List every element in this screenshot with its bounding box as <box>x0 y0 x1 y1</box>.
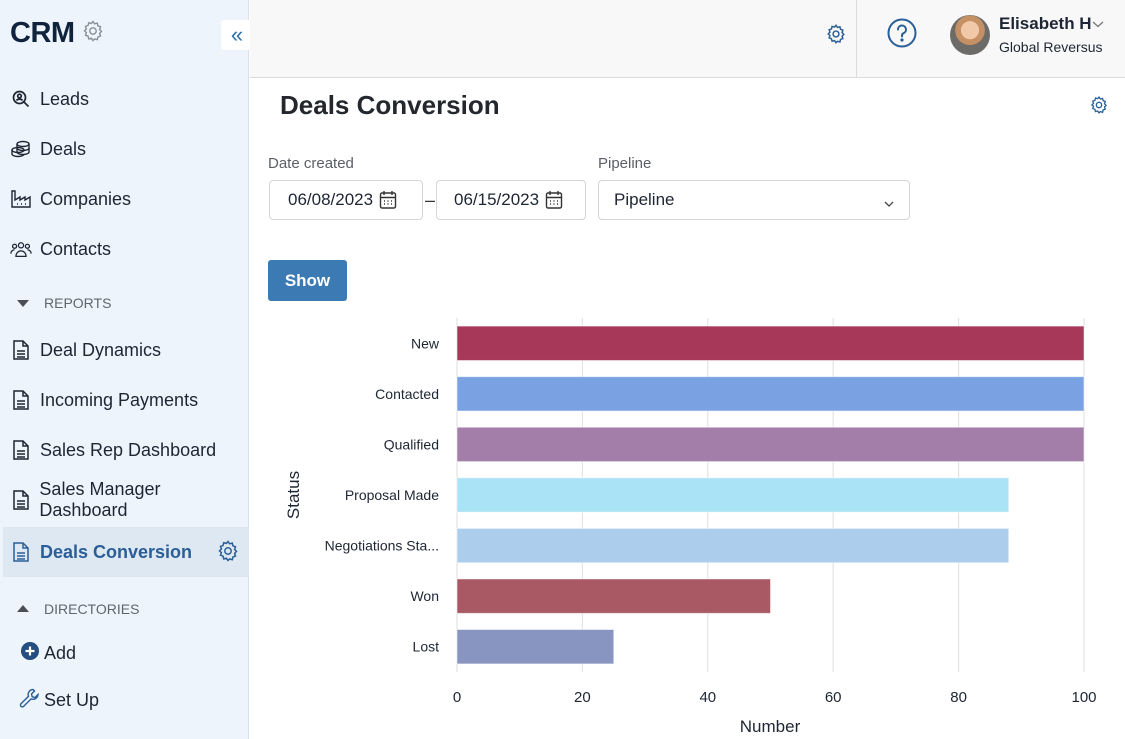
calendar-icon[interactable] <box>379 190 397 210</box>
search-user-icon <box>10 88 32 110</box>
sidebar-item-label: Sales Manager Dashboard <box>39 479 161 520</box>
y-tick-label: Negotiations Sta... <box>325 538 439 554</box>
add-label: Add <box>44 642 77 663</box>
directories-section-header[interactable]: DIRECTORIES <box>16 601 139 617</box>
sidebar-item-leads[interactable]: Leads <box>0 76 248 122</box>
x-tick-label: 0 <box>453 689 461 706</box>
y-tick-label: Proposal Made <box>345 487 439 503</box>
bar-proposal-made[interactable] <box>456 477 1010 513</box>
x-tick-label: 100 <box>1071 689 1096 706</box>
x-tick-label: 40 <box>699 689 716 706</box>
chevron-down-icon[interactable] <box>1092 16 1104 34</box>
people-icon <box>10 238 32 260</box>
sidebar: CRM « Leads Deals Companies Contacts REP… <box>0 0 253 739</box>
bar-qualified[interactable] <box>456 426 1085 463</box>
collapse-sidebar-button[interactable]: « <box>221 20 253 50</box>
add-directory-button[interactable]: Add <box>0 630 248 676</box>
sidebar-item-companies[interactable]: Companies <box>0 176 248 222</box>
sidebar-item-label: Leads <box>40 88 90 109</box>
document-icon <box>10 339 32 361</box>
pipeline-select[interactable]: Pipeline <box>598 180 910 220</box>
sidebar-item-label: Companies <box>40 188 132 209</box>
calendar-icon[interactable] <box>545 190 563 210</box>
document-icon <box>10 541 32 563</box>
sidebar-item-label: Incoming Payments <box>40 389 199 410</box>
top-bar: Elisabeth H Global Reversus <box>250 0 1125 78</box>
user-organization: Global Reversus <box>999 39 1103 55</box>
date-range-separator: – <box>425 190 436 210</box>
bar-lost[interactable] <box>456 629 615 665</box>
date-from-value: 06/08/2023 <box>288 190 374 209</box>
y-tick-label: Won <box>410 588 439 604</box>
pipeline-selected-value: Pipeline <box>614 190 675 209</box>
plus-circle-icon <box>20 641 40 666</box>
bar-contacted[interactable] <box>456 376 1085 412</box>
sidebar-item-label: Deal Dynamics <box>40 339 162 360</box>
pipeline-label: Pipeline <box>598 155 652 172</box>
sidebar-item-label: Sales Rep Dashboard <box>40 439 217 460</box>
x-tick-label: 60 <box>825 689 842 706</box>
crm-settings-icon[interactable] <box>81 19 105 48</box>
sidebar-item-contacts[interactable]: Contacts <box>0 226 248 272</box>
sidebar-item-label: Deals Conversion <box>40 541 193 562</box>
y-tick-label: New <box>411 335 440 351</box>
sidebar-report-sales-rep-dashboard[interactable]: Sales Rep Dashboard <box>0 427 248 473</box>
y-tick-label: Lost <box>413 639 440 655</box>
y-axis-label: Status <box>284 471 303 519</box>
y-tick-label: Contacted <box>375 386 439 402</box>
double-chevron-left-icon: « <box>230 22 244 47</box>
topbar-divider <box>856 0 857 78</box>
coins-icon <box>10 138 32 160</box>
bar-won[interactable] <box>456 578 771 614</box>
show-button[interactable]: Show <box>268 260 347 301</box>
date-to-input[interactable]: 06/15/2023 <box>436 180 586 220</box>
settings-icon[interactable] <box>825 23 847 50</box>
user-name[interactable]: Elisabeth H <box>999 14 1092 34</box>
x-axis-label: Number <box>740 717 801 736</box>
avatar[interactable] <box>950 15 990 55</box>
app-brand: CRM <box>10 17 105 50</box>
sidebar-report-deal-dynamics[interactable]: Deal Dynamics <box>0 327 248 373</box>
caret-down-icon <box>16 295 30 311</box>
sidebar-report-sales-manager-dashboard[interactable]: Sales Manager Dashboard <box>0 477 248 523</box>
help-icon[interactable] <box>887 18 917 53</box>
x-tick-label: 80 <box>950 689 967 706</box>
reports-header-label: REPORTS <box>44 295 112 311</box>
directories-header-label: DIRECTORIES <box>44 601 140 617</box>
y-tick-label: Qualified <box>384 436 439 452</box>
chevron-down-icon <box>883 194 895 214</box>
document-icon <box>10 489 31 511</box>
bar-new[interactable] <box>456 325 1085 361</box>
date-to-value: 06/15/2023 <box>454 190 540 209</box>
sidebar-item-label: Contacts <box>40 238 112 259</box>
factory-icon <box>10 188 32 210</box>
reports-section-header[interactable]: REPORTS <box>16 295 111 311</box>
page-settings-icon[interactable] <box>1089 95 1109 120</box>
x-tick-label: 20 <box>574 689 591 706</box>
setup-button[interactable]: Set Up <box>0 677 248 723</box>
date-created-label: Date created <box>268 155 354 172</box>
report-settings-icon[interactable] <box>216 539 240 568</box>
wrench-icon <box>18 686 42 715</box>
app-title: CRM <box>10 17 75 49</box>
sidebar-report-incoming-payments[interactable]: Incoming Payments <box>0 377 248 423</box>
date-from-input[interactable]: 06/08/2023 <box>269 180 423 220</box>
document-icon <box>10 389 32 411</box>
sidebar-report-deals-conversion[interactable]: Deals Conversion <box>3 527 249 577</box>
setup-label: Set Up <box>44 689 100 710</box>
sidebar-item-deals[interactable]: Deals <box>0 126 248 172</box>
bar-negotiations-sta[interactable] <box>456 527 1010 564</box>
page-title: Deals Conversion <box>280 90 500 120</box>
sidebar-item-label: Deals <box>40 138 87 159</box>
document-icon <box>10 439 32 461</box>
caret-up-icon <box>16 601 30 617</box>
